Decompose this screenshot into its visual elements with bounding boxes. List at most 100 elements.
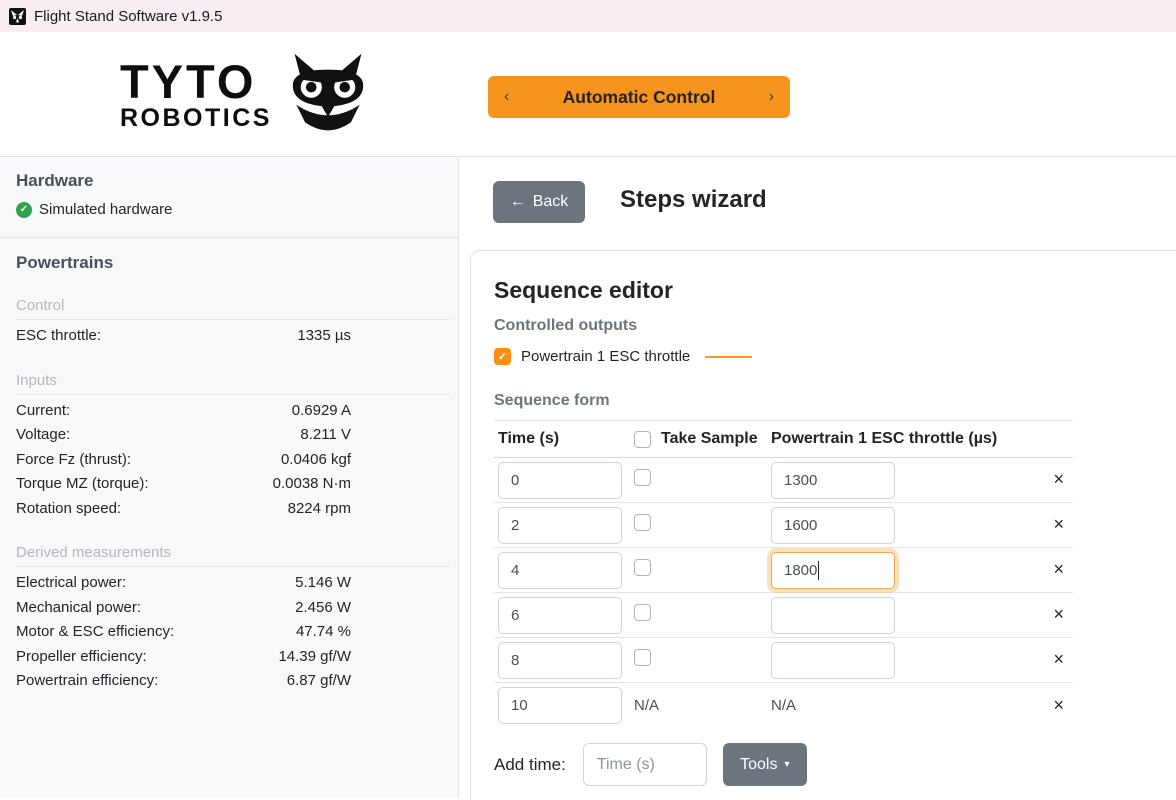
measurement-value: 1335 µs [297, 324, 351, 349]
measurement-section: Derived measurements Electrical power: 5… [16, 544, 450, 694]
measurement-value: 8.211 V [300, 423, 351, 448]
measurement-row: Current: 0.6929 A [16, 399, 450, 424]
measurement-value: 0.0406 kgf [281, 448, 351, 473]
brand-top: TYTO [120, 60, 272, 105]
measurement-name: Electrical power: [16, 571, 126, 596]
time-input[interactable] [498, 507, 622, 544]
measurement-name: Current: [16, 399, 70, 424]
measurement-value: 6.87 gf/W [287, 669, 351, 694]
next-chevron-icon[interactable]: › [769, 89, 774, 105]
sequence-editor-title: Sequence editor [494, 277, 1176, 304]
back-button-label: Back [533, 193, 569, 211]
app-owl-icon [9, 8, 26, 25]
time-input[interactable] [498, 462, 622, 499]
powertrains-section: Powertrains Control ESC throttle: 1335 µ… [0, 238, 458, 694]
throttle-input[interactable] [771, 507, 895, 544]
measurement-value: 14.39 gf/W [278, 645, 351, 670]
measurement-row: Motor & ESC efficiency: 47.74 % [16, 620, 450, 645]
measurement-name: Mechanical power: [16, 596, 141, 621]
delete-row-button[interactable]: × [1053, 650, 1064, 668]
sequence-table: Time (s) Take Sample Powertrain 1 ESC th… [494, 420, 1073, 728]
measurement-section-label: Derived measurements [16, 544, 450, 567]
measurement-section-label: Inputs [16, 372, 450, 395]
col-header-throttle: Powertrain 1 ESC throttle (µs) [771, 430, 1025, 448]
brand-text: TYTO ROBOTICS [120, 60, 272, 132]
output-legend-line [705, 356, 752, 358]
brand-bottom: ROBOTICS [120, 105, 272, 133]
take-sample-all-checkbox[interactable] [634, 431, 651, 448]
measurement-value: 0.6929 A [292, 399, 351, 424]
measurement-row: ESC throttle: 1335 µs [16, 324, 450, 349]
add-time-input[interactable] [583, 743, 707, 786]
powertrains-heading: Powertrains [16, 253, 450, 273]
tools-dropdown-button[interactable]: Tools ▾ [723, 743, 807, 786]
sequence-row: × [494, 503, 1073, 548]
hardware-status-label: Simulated hardware [39, 201, 172, 218]
measurement-value: 0.0038 N·m [273, 472, 351, 497]
back-arrow-icon: ← [510, 193, 526, 211]
measurement-row: Propeller efficiency: 14.39 gf/W [16, 645, 450, 670]
take-sample-checkbox[interactable] [634, 559, 651, 576]
delete-row-button[interactable]: × [1053, 560, 1064, 578]
add-time-row: Add time: Tools ▾ [494, 743, 1176, 786]
measurement-value: 5.146 W [295, 571, 351, 596]
delete-row-button[interactable]: × [1053, 515, 1064, 533]
delete-row-button[interactable]: × [1053, 605, 1064, 623]
caret-down-icon: ▾ [784, 760, 789, 770]
controlled-output-row: ✓ Powertrain 1 ESC throttle [494, 348, 1176, 365]
measurement-name: Propeller efficiency: [16, 645, 147, 670]
back-button[interactable]: ← Back [493, 181, 585, 223]
measurement-row: Voltage: 8.211 V [16, 423, 450, 448]
output-checkbox[interactable]: ✓ [494, 348, 511, 365]
take-sample-checkbox[interactable] [634, 604, 651, 621]
measurement-section: Control ESC throttle: 1335 µs [16, 297, 450, 349]
sidebar: Hardware ✓ Simulated hardware Powertrain… [0, 158, 459, 798]
take-sample-checkbox[interactable] [634, 514, 651, 531]
hardware-heading: Hardware [16, 171, 442, 191]
controlled-outputs-heading: Controlled outputs [494, 317, 1176, 335]
take-sample-checkbox[interactable] [634, 649, 651, 666]
delete-row-button[interactable]: × [1053, 696, 1064, 714]
sequence-table-header: Time (s) Take Sample Powertrain 1 ESC th… [494, 420, 1073, 458]
measurement-row: Torque MZ (torque): 0.0038 N·m [16, 472, 450, 497]
time-input[interactable] [498, 687, 622, 724]
throttle-input[interactable] [771, 462, 895, 499]
measurement-section: Inputs Current: 0.6929 A Voltage: 8.211 … [16, 372, 450, 522]
measurement-name: Voltage: [16, 423, 70, 448]
measurement-row: Electrical power: 5.146 W [16, 571, 450, 596]
time-input[interactable] [498, 642, 622, 679]
hardware-status: ✓ Simulated hardware [16, 201, 442, 218]
automatic-control-nav-button[interactable]: ‹ Automatic Control › [488, 76, 790, 118]
throttle-input[interactable] [771, 597, 895, 634]
measurement-name: Rotation speed: [16, 497, 121, 522]
app-header: TYTO ROBOTICS ‹ Automatic Control › [0, 32, 1176, 157]
time-input[interactable] [498, 597, 622, 634]
hardware-section: Hardware ✓ Simulated hardware [0, 158, 458, 238]
sequence-row: × [494, 458, 1073, 503]
sequence-form-heading: Sequence form [494, 392, 1176, 410]
measurement-section-label: Control [16, 297, 450, 320]
output-checkbox-label: Powertrain 1 ESC throttle [521, 348, 690, 365]
measurement-value: 8224 rpm [288, 497, 351, 522]
sequence-row: × [494, 593, 1073, 638]
throttle-input[interactable] [771, 642, 895, 679]
measurement-row: Rotation speed: 8224 rpm [16, 497, 450, 522]
measurement-row: Mechanical power: 2.456 W [16, 596, 450, 621]
col-header-time: Time (s) [494, 430, 634, 448]
col-header-take-sample: Take Sample [634, 430, 771, 448]
wizard-header-row: ← Back Steps wizard [459, 158, 1176, 250]
sequence-row: N/A N/A × [494, 683, 1073, 728]
measurement-name: ESC throttle: [16, 324, 101, 349]
time-input[interactable] [498, 552, 622, 589]
sequence-editor-card: Sequence editor Controlled outputs ✓ Pow… [470, 250, 1176, 800]
measurement-name: Motor & ESC efficiency: [16, 620, 174, 645]
take-sample-checkbox[interactable] [634, 469, 651, 486]
delete-row-button[interactable]: × [1053, 470, 1064, 488]
page-title: Steps wizard [620, 186, 767, 214]
measurement-value: 47.74 % [296, 620, 351, 645]
throttle-input[interactable] [771, 552, 895, 589]
add-time-label: Add time: [494, 755, 566, 775]
measurement-name: Powertrain efficiency: [16, 669, 158, 694]
check-circle-icon: ✓ [16, 202, 32, 218]
measurement-row: Force Fz (thrust): 0.0406 kgf [16, 448, 450, 473]
